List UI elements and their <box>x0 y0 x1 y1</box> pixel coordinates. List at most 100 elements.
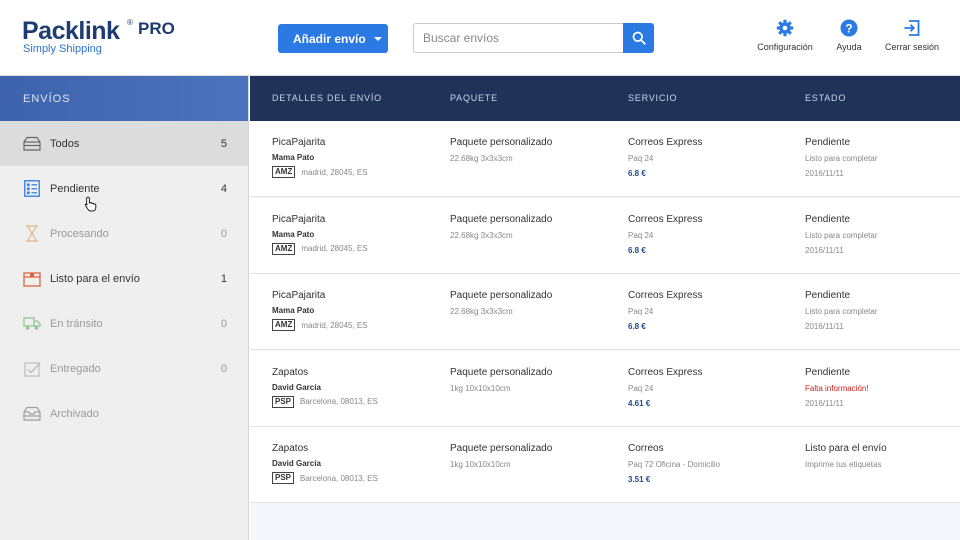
package-type: Paquete personalizado <box>450 366 553 378</box>
archive-icon <box>23 405 41 423</box>
status-cell: Pendiente Listo para completar 2016/11/1… <box>805 214 877 255</box>
status-detail: Imprime tus etiquetas <box>805 460 882 469</box>
packlink-logo[interactable]: Packlink ® PRO Simply Shipping <box>22 17 175 55</box>
add-shipment-label: Añadir envío <box>293 31 366 46</box>
shipment-details: Zapatos David García PSP Barcelona, 08013… <box>272 367 378 408</box>
status-date: 2016/11/11 <box>805 398 844 408</box>
service-name: Correos Express <box>628 366 703 378</box>
table-row[interactable]: PicaPajarita Mama Pato AMZ madrid, 28045,… <box>250 121 960 197</box>
status-date: 2016/11/11 <box>805 169 844 178</box>
sidebar-item-count: 5 <box>220 137 227 150</box>
status-label: Pendiente <box>805 290 851 301</box>
status-label: Pendiente <box>805 213 851 225</box>
gear-icon <box>776 19 794 37</box>
package-cell: Paquete personalizado 1kg 10x10x10cm <box>450 367 552 393</box>
service-cell: Correos Paq 72 Oficina - Domicilio 3.51 … <box>628 443 720 484</box>
marketplace-tag: PSP <box>272 395 295 408</box>
package-type: Paquete personalizado <box>450 137 553 148</box>
service-name: Correos Express <box>628 290 703 301</box>
sidebar-item-todos[interactable]: Todos 5 <box>0 121 248 166</box>
status-warning: Falta información! <box>805 383 869 393</box>
logo-wordmark: Packlink <box>22 17 120 45</box>
table-row[interactable]: PicaPajarita Mama Pato AMZ madrid, 28045,… <box>250 197 960 274</box>
sidebar-item-procesando[interactable]: Procesando 0 <box>0 211 248 256</box>
sidebar-item-count: 4 <box>220 182 227 195</box>
recipient-address: Barcelona, 08013, ES <box>300 397 378 406</box>
service-cell: Correos Express Paq 24 6.8 € <box>628 290 702 331</box>
sidebar-item-label: Entregado <box>50 362 101 375</box>
package-type: Paquete personalizado <box>450 213 553 225</box>
sidebar-item-entregado[interactable]: Entregado 0 <box>0 346 248 391</box>
tray-icon <box>23 135 41 153</box>
table-row[interactable]: Zapatos David García PSP Barcelona, 08013… <box>250 350 960 427</box>
package-dimensions: 22.68kg 3x3x3cm <box>450 307 513 316</box>
service-detail: Paq 24 <box>628 154 654 163</box>
search-button[interactable] <box>623 23 654 53</box>
package-type: Paquete personalizado <box>450 290 553 301</box>
sidebar-item-label: En tránsito <box>50 317 103 330</box>
recipient-name: Mama Pato <box>272 153 315 162</box>
sidebar-item-count: 1 <box>220 272 227 285</box>
table-header: DETALLES DEL ENVÍO PAQUETE SERVICIO ESTA… <box>250 76 960 121</box>
hand-cursor-icon <box>84 196 97 212</box>
shipment-details: PicaPajarita Mama Pato AMZ madrid, 28045,… <box>272 290 368 331</box>
logout-icon <box>904 20 920 36</box>
service-cell: Correos Express Paq 24 6.8 € <box>628 214 702 255</box>
package-cell: Paquete personalizado 22.68kg 3x3x3cm <box>450 137 552 163</box>
service-name: Correos <box>628 443 664 454</box>
service-price: 6.8 € <box>628 169 646 178</box>
recipient-name: David García <box>272 459 321 468</box>
sidebar-item-label: Procesando <box>50 227 109 240</box>
box-icon <box>23 270 41 288</box>
help-icon: ? <box>840 19 858 37</box>
sidebar: ENVÍOS Todos 5 Pendiente 4 Procesando 0 … <box>0 76 249 540</box>
status-cell: Pendiente Falta información! 2016/11/11 <box>805 367 869 408</box>
hourglass-icon <box>23 225 41 243</box>
status-cell: Listo para el envío Imprime tus etiqueta… <box>805 443 887 469</box>
recipient-address: Barcelona, 08013, ES <box>300 473 378 483</box>
shipment-title: Zapatos <box>272 366 309 378</box>
search-input[interactable] <box>413 23 624 53</box>
status-label: Listo para el envío <box>805 443 887 454</box>
column-header-service: SERVICIO <box>628 93 678 103</box>
logo-tagline: Simply Shipping <box>23 43 102 55</box>
table-row[interactable]: PicaPajarita Mama Pato AMZ madrid, 28045,… <box>250 274 960 350</box>
service-cell: Correos Express Paq 24 4.61 € <box>628 367 702 408</box>
service-detail: Paq 24 <box>628 307 654 316</box>
sidebar-header: ENVÍOS <box>0 76 248 121</box>
sidebar-item-label: Todos <box>50 137 80 150</box>
shipments-list: PicaPajarita Mama Pato AMZ madrid, 28045,… <box>250 121 960 540</box>
status-cell: Pendiente Listo para completar 2016/11/1… <box>805 290 877 331</box>
sidebar-item-count: 0 <box>220 362 227 375</box>
logout-button[interactable]: Cerrar sesión <box>872 19 952 52</box>
table-row[interactable]: Zapatos David García PSP Barcelona, 08013… <box>250 427 960 503</box>
service-price: 6.8 € <box>628 322 646 331</box>
marketplace-tag: AMZ <box>272 166 296 178</box>
package-cell: Paquete personalizado 1kg 10x10x10cm <box>450 443 552 469</box>
sidebar-item-label: Pendiente <box>50 182 100 195</box>
sidebar-item-listo-para-el-envio[interactable]: Listo para el envío 1 <box>0 256 248 301</box>
delivered-check-icon <box>23 360 41 378</box>
sidebar-item-archivado[interactable]: Archivado <box>0 391 248 436</box>
column-header-status: ESTADO <box>805 93 847 103</box>
service-price: 6.8 € <box>628 245 646 255</box>
caret-down-icon <box>373 36 382 41</box>
package-type: Paquete personalizado <box>450 443 553 454</box>
shipment-details: PicaPajarita Mama Pato AMZ madrid, 28045,… <box>272 137 368 178</box>
shipment-title: PicaPajarita <box>272 290 326 301</box>
recipient-address: madrid, 28045, ES <box>301 320 368 330</box>
logo-pro-label: PRO <box>138 19 175 38</box>
sidebar-item-en-transito[interactable]: En tránsito 0 <box>0 301 248 346</box>
sidebar-item-label: Archivado <box>50 407 99 420</box>
logout-label: Cerrar sesión <box>884 42 940 52</box>
service-price: 4.61 € <box>628 398 651 408</box>
service-name: Correos Express <box>628 213 703 225</box>
sidebar-item-pendiente[interactable]: Pendiente 4 <box>0 166 248 211</box>
status-detail: Listo para completar <box>805 230 878 240</box>
status-date: 2016/11/11 <box>805 245 844 255</box>
service-price: 3.51 € <box>628 475 651 484</box>
column-header-details: DETALLES DEL ENVÍO <box>272 93 382 103</box>
marketplace-tag: AMZ <box>272 242 296 255</box>
add-shipment-button[interactable]: Añadir envío <box>278 24 388 53</box>
logo-registered-mark: ® <box>127 18 133 27</box>
